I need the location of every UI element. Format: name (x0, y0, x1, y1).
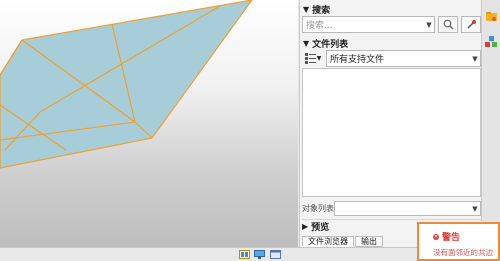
layout-icon[interactable] (239, 250, 250, 259)
app-window: ▼ 搜索 搜索... ▼ ▼ 文件列表 ▼ 所有支持文件 ▼ 对象列表 ▼ ▶ … (0, 0, 500, 261)
folder-icon[interactable] (485, 10, 498, 23)
search-placeholder: 搜索... (306, 21, 333, 31)
chevron-down-icon[interactable]: ▼ (470, 205, 480, 213)
warning-toast[interactable]: ✕ 警告 没有面邻近的共边 (417, 222, 500, 261)
expand-triangle-icon: ▶ (302, 221, 309, 231)
collapse-triangle-icon: ▼ (303, 4, 310, 14)
file-list-title: 文件列表 (312, 39, 349, 50)
search-section-header[interactable]: ▼ 搜索 (300, 2, 483, 16)
chevron-down-icon[interactable]: ▼ (424, 21, 434, 29)
file-list-section-header[interactable]: ▼ 文件列表 (300, 36, 483, 50)
view-mode-button[interactable]: ▼ (302, 50, 324, 67)
chevron-down-icon[interactable]: ▼ (317, 55, 322, 62)
object-list-row: 对象列表 ▼ (302, 201, 481, 216)
chevron-down-icon[interactable]: ▼ (470, 55, 480, 63)
tab-file-browser[interactable]: 文件浏览器 (302, 236, 354, 247)
cubes-icon[interactable] (485, 36, 498, 49)
mesh-model[interactable] (0, 0, 298, 247)
eyedropper-icon (467, 20, 476, 29)
right-toolbar (482, 0, 500, 247)
search-row: 搜索... ▼ (302, 16, 481, 33)
3d-viewport[interactable] (0, 0, 298, 247)
search-title: 搜索 (312, 5, 331, 16)
grid-list-icon (304, 53, 316, 64)
search-input[interactable]: 搜索... ▼ (302, 16, 435, 33)
window-icon[interactable] (270, 250, 281, 259)
object-list-label: 对象列表 (302, 204, 334, 213)
warning-title-row: ✕ 警告 (433, 230, 498, 243)
side-panel: ▼ 搜索 搜索... ▼ ▼ 文件列表 ▼ 所有支持文件 ▼ 对象列表 ▼ ▶ … (299, 0, 482, 247)
search-button[interactable] (438, 16, 458, 33)
panel-tabs: 文件浏览器 输出 (302, 236, 384, 247)
file-type-filter-value: 所有支持文件 (330, 55, 385, 65)
magnifier-icon (443, 19, 453, 30)
warning-title: 警告 (442, 233, 461, 243)
file-type-filter-select[interactable]: 所有支持文件 ▼ (326, 50, 481, 67)
object-list-select[interactable]: ▼ (334, 201, 481, 216)
file-list-area[interactable] (302, 68, 481, 197)
pick-tool-button[interactable] (461, 16, 481, 33)
collapse-triangle-icon: ▼ (303, 38, 310, 48)
warning-message: 没有面邻近的共边 (433, 248, 493, 257)
preview-title: 预览 (311, 222, 330, 233)
file-filter-row: ▼ 所有支持文件 ▼ (302, 50, 481, 67)
error-icon: ✕ (433, 233, 439, 240)
monitor-icon[interactable] (254, 250, 265, 259)
tab-output[interactable]: 输出 (355, 236, 383, 247)
